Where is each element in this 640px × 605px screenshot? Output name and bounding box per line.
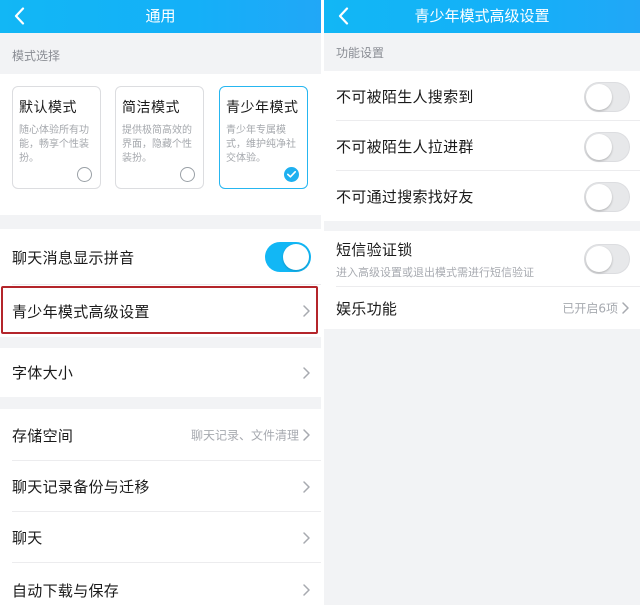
no-stranger-group-label: 不可被陌生人拉进群 bbox=[336, 137, 474, 156]
no-stranger-group-toggle[interactable] bbox=[584, 132, 630, 162]
radio-checked-icon[interactable] bbox=[284, 167, 299, 182]
chevron-right-icon bbox=[303, 584, 310, 596]
teen-advanced-settings-label: 青少年模式高级设置 bbox=[12, 302, 150, 321]
chevron-right-icon bbox=[303, 480, 310, 493]
back-button[interactable] bbox=[8, 3, 30, 29]
sms-lock-row: 短信验证锁 进入高级设置或退出模式需进行短信验证 bbox=[324, 231, 640, 287]
chevron-left-icon bbox=[338, 7, 348, 25]
toggle-knob bbox=[283, 244, 309, 270]
pinyin-row: 聊天消息显示拼音 bbox=[0, 229, 321, 285]
mode-name: 默认模式 bbox=[19, 100, 77, 116]
page-title: 青少年模式高级设置 bbox=[414, 7, 550, 25]
no-stranger-search-row: 不可被陌生人搜索到 bbox=[324, 71, 640, 121]
sms-lock-sublabel: 进入高级设置或退出模式需进行短信验证 bbox=[336, 265, 534, 279]
auto-download-row[interactable]: 自动下载与保存 bbox=[0, 563, 321, 605]
chevron-right-icon bbox=[303, 305, 310, 317]
mode-card-simple[interactable]: 简洁模式 提供极简高效的界面，隐藏个性装扮。 bbox=[115, 86, 204, 189]
mode-name: 青少年模式 bbox=[226, 100, 299, 116]
pinyin-label: 聊天消息显示拼音 bbox=[12, 248, 135, 267]
mode-section-label: 模式选择 bbox=[12, 49, 61, 63]
mode-card-teen[interactable]: 青少年模式 青少年专属模式，维护纯净社交体验。 bbox=[219, 86, 308, 189]
entertainment-hint: 已开启6项 bbox=[562, 301, 618, 316]
mode-description: 提供极简高效的界面，隐藏个性装扮。 bbox=[122, 125, 192, 164]
chat-backup-label: 聊天记录备份与迁移 bbox=[12, 478, 150, 496]
font-size-row[interactable]: 字体大小 bbox=[0, 348, 321, 397]
no-search-friend-toggle[interactable] bbox=[584, 182, 630, 212]
chevron-left-icon bbox=[14, 7, 24, 25]
chevron-right-icon bbox=[622, 302, 629, 314]
mode-description: 随心体验所有功能，畅享个性装扮。 bbox=[19, 125, 89, 164]
teen-advanced-settings-screen: 青少年模式高级设置 功能设置 不可被陌生人搜索到 不可被陌生人拉进群 不可通过搜… bbox=[324, 0, 640, 605]
teen-advanced-settings-row[interactable]: 青少年模式高级设置 bbox=[0, 285, 321, 337]
check-icon bbox=[287, 171, 296, 178]
sms-lock-label: 短信验证锁 bbox=[336, 240, 413, 259]
storage-label: 存储空间 bbox=[12, 426, 74, 445]
general-settings-screen: 通用 模式选择 默认模式 随心体验所有功能，畅享个性装扮。 简洁模式 提供极简高… bbox=[0, 0, 321, 605]
no-stranger-search-label: 不可被陌生人搜索到 bbox=[336, 87, 474, 106]
back-button[interactable] bbox=[332, 3, 354, 29]
chat-label: 聊天 bbox=[12, 529, 43, 547]
chevron-right-icon bbox=[303, 429, 310, 441]
storage-row[interactable]: 存储空间 聊天记录、文件清理 bbox=[0, 409, 321, 461]
chevron-right-icon bbox=[303, 366, 310, 379]
no-stranger-group-row: 不可被陌生人拉进群 bbox=[324, 121, 640, 171]
mode-description: 青少年专属模式，维护纯净社交体验。 bbox=[226, 125, 296, 164]
toggle-knob bbox=[586, 84, 612, 110]
no-search-friend-row: 不可通过搜索找好友 bbox=[324, 171, 640, 221]
chat-backup-row[interactable]: 聊天记录备份与迁移 bbox=[0, 461, 321, 512]
no-stranger-search-toggle[interactable] bbox=[584, 82, 630, 112]
feature-section-label: 功能设置 bbox=[336, 46, 385, 60]
mode-selector: 默认模式 随心体验所有功能，畅享个性装扮。 简洁模式 提供极简高效的界面，隐藏个… bbox=[0, 74, 321, 215]
toggle-knob bbox=[586, 184, 612, 210]
pinyin-toggle[interactable] bbox=[265, 242, 311, 272]
title-bar: 青少年模式高级设置 bbox=[324, 0, 640, 33]
storage-hint: 聊天记录、文件清理 bbox=[190, 428, 299, 443]
mode-name: 简洁模式 bbox=[122, 100, 180, 116]
chat-row[interactable]: 聊天 bbox=[0, 512, 321, 563]
font-size-label: 字体大小 bbox=[12, 364, 74, 382]
mode-card-default[interactable]: 默认模式 随心体验所有功能，畅享个性装扮。 bbox=[12, 86, 101, 189]
toggle-knob bbox=[586, 246, 612, 272]
no-search-friend-label: 不可通过搜索找好友 bbox=[336, 187, 474, 206]
sms-lock-toggle[interactable] bbox=[584, 244, 630, 274]
page-title: 通用 bbox=[145, 7, 176, 25]
entertainment-row[interactable]: 娱乐功能 已开启6项 bbox=[324, 287, 640, 329]
radio-unchecked-icon[interactable] bbox=[180, 167, 195, 182]
toggle-knob bbox=[586, 134, 612, 160]
auto-download-label: 自动下载与保存 bbox=[12, 581, 120, 600]
chevron-right-icon bbox=[303, 531, 310, 544]
entertainment-label: 娱乐功能 bbox=[336, 299, 398, 318]
title-bar: 通用 bbox=[0, 0, 321, 33]
radio-unchecked-icon[interactable] bbox=[77, 167, 92, 182]
